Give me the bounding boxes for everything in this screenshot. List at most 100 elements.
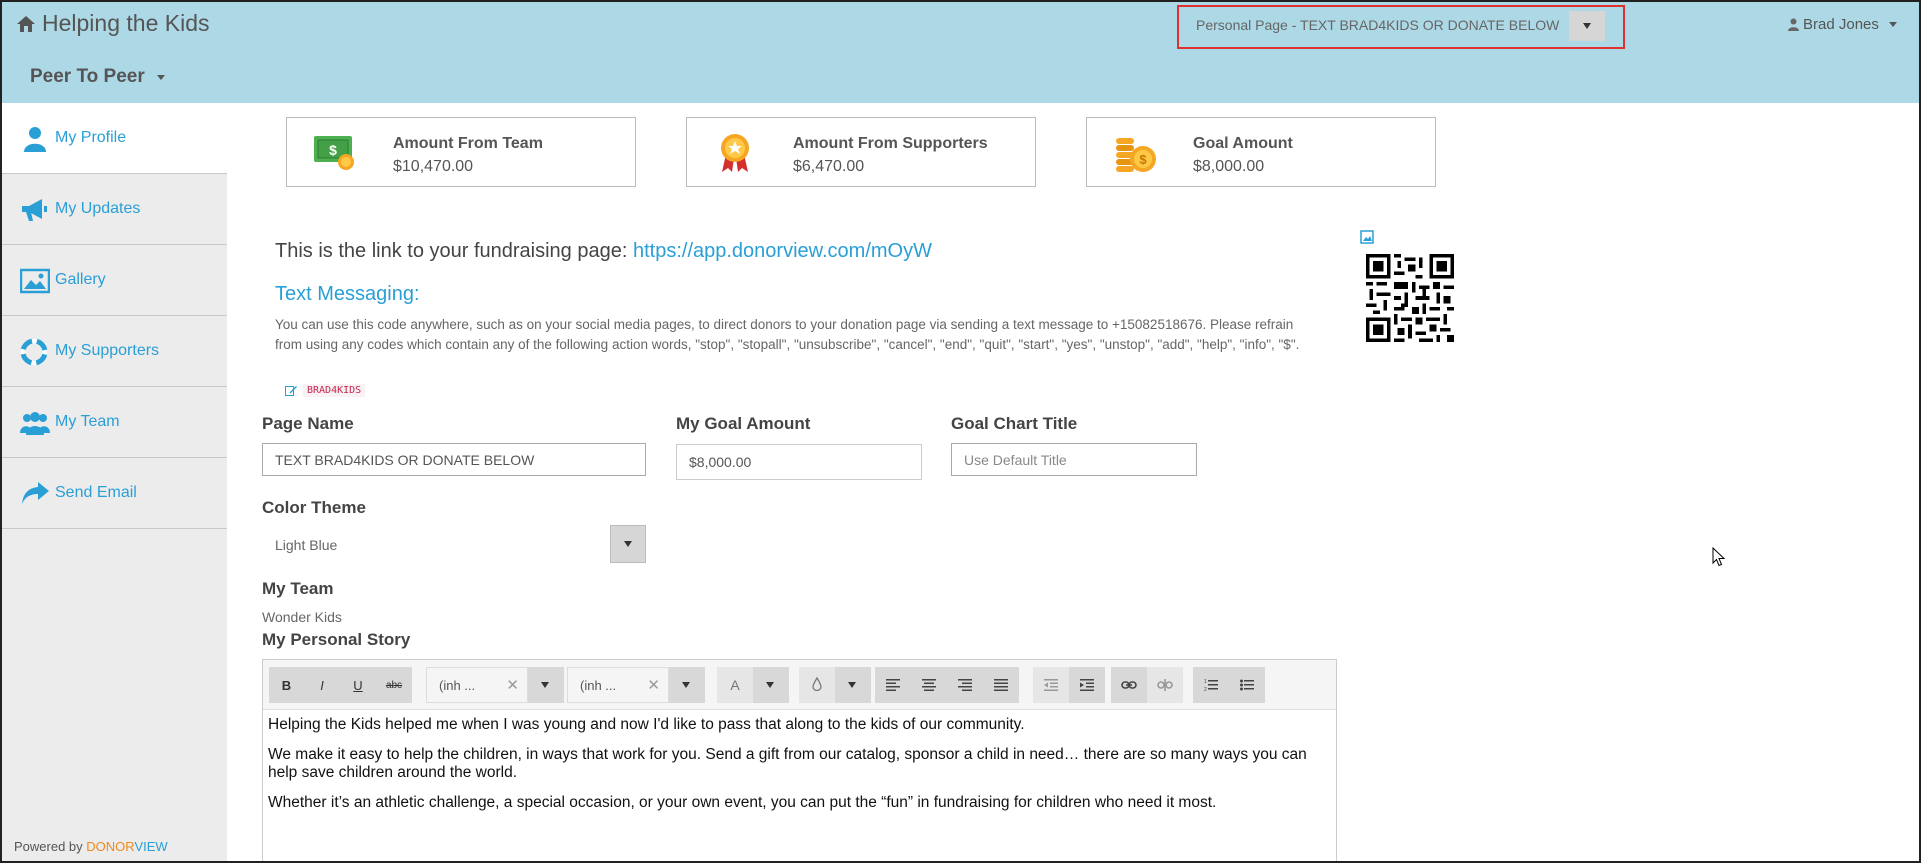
caret-down-icon <box>541 682 549 688</box>
caret-down-icon <box>624 541 632 547</box>
image-icon[interactable] <box>1360 230 1374 244</box>
remove-link-button[interactable] <box>1147 667 1183 703</box>
color-theme-select[interactable]: Light Blue <box>262 525 646 563</box>
fundraising-page-link[interactable]: https://app.donorview.com/mOyW <box>633 240 932 262</box>
goal-chart-title-label: Goal Chart Title <box>951 414 1078 433</box>
user-menu[interactable]: Brad Jones <box>1788 16 1897 33</box>
text-messaging-description: You can use this code anywhere, such as … <box>275 317 1300 352</box>
unlink-icon <box>1157 679 1173 691</box>
font-size-toggle[interactable] <box>669 667 705 703</box>
stat-value: $10,470.00 <box>393 158 474 175</box>
indent-button[interactable] <box>1069 667 1105 703</box>
my-team-value: Wonder Kids <box>262 609 342 625</box>
ordered-list-button[interactable]: 12 <box>1193 667 1229 703</box>
clear-icon[interactable]: ✕ <box>506 676 519 694</box>
personal-story-editor[interactable]: B I U abc (inh ... ✕ (inh ... ✕ A 1 2 He… <box>262 659 1337 861</box>
fundraising-link-line: This is the link to your fundraising pag… <box>275 240 932 263</box>
sidebar-item-my-updates[interactable]: My Updates <box>2 174 227 245</box>
font-family-select[interactable]: (inh ... ✕ <box>426 667 528 703</box>
top-navbar: Helping the Kids Peer To Peer Personal P… <box>2 2 1919 103</box>
lifebuoy-icon <box>20 338 48 366</box>
sidebar-item-label: My Profile <box>55 129 127 146</box>
color-theme-value: Light Blue <box>275 537 338 553</box>
my-team-label: My Team <box>262 579 334 598</box>
sidebar-item-my-team[interactable]: My Team <box>2 387 227 458</box>
personal-story-label: My Personal Story <box>262 630 411 649</box>
sidebar-item-label: My Supporters <box>55 342 160 359</box>
goal-amount-input[interactable] <box>676 444 922 480</box>
peer-to-peer-label: Peer To Peer <box>30 66 145 87</box>
text-messaging-heading: Text Messaging: <box>275 283 420 305</box>
goal-chart-title-input[interactable] <box>951 443 1197 476</box>
goal-amount-label: My Goal Amount <box>676 414 811 433</box>
font-color-toggle[interactable] <box>753 667 789 703</box>
align-justify-button[interactable] <box>983 667 1019 703</box>
italic-button[interactable]: I <box>304 667 340 703</box>
stat-title: Goal Amount <box>1193 135 1293 152</box>
font-size-select[interactable]: (inh ... ✕ <box>567 667 669 703</box>
font-family-toggle[interactable] <box>528 667 564 703</box>
insert-link-button[interactable] <box>1111 667 1147 703</box>
users-icon <box>20 412 50 435</box>
fundraising-link-prefix: This is the link to your fundraising pag… <box>275 240 633 262</box>
align-left-button[interactable] <box>875 667 911 703</box>
color-theme-toggle[interactable] <box>610 525 646 563</box>
edit-icon[interactable] <box>285 385 297 396</box>
sidebar-item-label: My Updates <box>55 200 141 217</box>
stat-title: Amount From Team <box>393 135 543 152</box>
background-color-toggle[interactable] <box>835 667 871 703</box>
sidebar-item-my-supporters[interactable]: My Supporters <box>2 316 227 387</box>
strikethrough-button[interactable]: abc <box>376 667 412 703</box>
chevron-down-icon <box>156 74 165 80</box>
outdent-button[interactable] <box>1033 667 1069 703</box>
stat-card-goal: $ Goal Amount $8,000.00 <box>1086 117 1436 187</box>
text-code-badge[interactable]: BRAD4KIDS <box>285 384 366 397</box>
user-icon <box>24 127 46 152</box>
align-left-icon <box>886 679 900 691</box>
sidebar-item-label: My Team <box>55 413 120 430</box>
clear-icon[interactable]: ✕ <box>647 676 660 694</box>
page-selector-value: Personal Page - TEXT BRAD4KIDS OR DONATE… <box>1196 17 1560 33</box>
outdent-icon <box>1044 679 1058 691</box>
megaphone-icon <box>22 199 47 221</box>
sidebar-item-my-profile[interactable]: My Profile <box>2 103 227 174</box>
italic-label: I <box>320 677 324 693</box>
svg-text:1: 1 <box>1204 679 1207 685</box>
page-selector-toggle[interactable] <box>1569 11 1605 41</box>
text-code-value: BRAD4KIDS <box>303 384 366 397</box>
underline-label: U <box>353 677 363 693</box>
coins-icon: $ <box>1116 138 1156 172</box>
cash-icon: $ <box>314 136 354 170</box>
user-icon <box>1788 18 1799 31</box>
powered-by-footer: Powered by DONORVIEW <box>14 839 168 854</box>
editor-content[interactable]: Helping the Kids helped me when I was yo… <box>268 716 1328 824</box>
align-center-icon <box>922 679 936 691</box>
unordered-list-button[interactable] <box>1229 667 1265 703</box>
align-center-button[interactable] <box>911 667 947 703</box>
stat-value: $8,000.00 <box>1193 158 1265 175</box>
background-color-button[interactable] <box>799 667 835 703</box>
story-paragraph: Whether it’s an athletic challenge, a sp… <box>268 794 1217 811</box>
sidebar-item-gallery[interactable]: Gallery <box>2 245 227 316</box>
app-window: Helping the Kids Peer To Peer Personal P… <box>0 0 1921 863</box>
share-icon <box>22 482 49 504</box>
page-name-input[interactable] <box>262 443 646 476</box>
user-name: Brad Jones <box>1803 16 1879 33</box>
indent-icon <box>1080 679 1094 691</box>
brand-link[interactable]: Helping the Kids <box>16 10 210 37</box>
ordered-list-icon: 12 <box>1204 679 1218 692</box>
font-family-value: (inh ... <box>439 678 476 693</box>
underline-button[interactable]: U <box>340 667 376 703</box>
peer-to-peer-menu[interactable]: Peer To Peer <box>30 66 165 88</box>
story-paragraph: Helping the Kids helped me when I was yo… <box>268 716 1025 733</box>
page-selector-dropdown[interactable]: Personal Page - TEXT BRAD4KIDS OR DONATE… <box>1177 5 1625 49</box>
font-color-label: A <box>730 677 740 693</box>
powered-by-text: Powered by <box>14 839 83 854</box>
qr-code <box>1366 254 1454 342</box>
svg-text:$: $ <box>1139 152 1147 167</box>
font-color-button[interactable]: A <box>717 667 753 703</box>
align-right-button[interactable] <box>947 667 983 703</box>
sidebar-item-send-email[interactable]: Send Email <box>2 458 227 529</box>
bold-button[interactable]: B <box>269 667 304 703</box>
svg-text:$: $ <box>329 142 337 158</box>
